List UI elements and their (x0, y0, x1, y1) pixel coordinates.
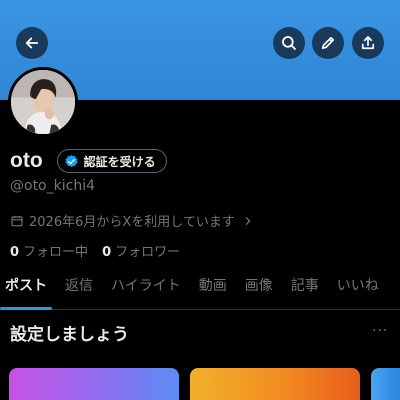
name-row: oto 認証を受ける (10, 148, 167, 174)
get-verified-button[interactable]: 認証を受ける (56, 149, 167, 173)
setup-title: 設定しましょう (10, 325, 129, 345)
follow-stats: 0 フォロー中 0 フォロワー (10, 241, 180, 260)
tab-posts[interactable]: ポスト (0, 270, 56, 310)
avatar-photo (11, 70, 75, 134)
following-label: フォロー中 (23, 245, 89, 260)
more-options-button[interactable]: ··· (372, 324, 392, 340)
display-name: oto (10, 149, 43, 172)
verified-badge-icon (65, 154, 78, 167)
calendar-icon (11, 215, 23, 226)
pencil-icon (321, 36, 335, 50)
tab-videos[interactable]: 動画 (190, 270, 236, 310)
following-link[interactable]: 0 フォロー中 (10, 241, 88, 260)
tab-likes[interactable]: いいね (328, 270, 388, 310)
user-handle: @oto_kichi4 (10, 178, 95, 194)
followers-label: フォロワー (115, 245, 181, 260)
arrow-left-icon (25, 37, 39, 49)
edit-button[interactable] (312, 27, 344, 59)
get-verified-label: 認証を受ける (83, 154, 156, 169)
setup-card[interactable] (190, 368, 360, 400)
back-button[interactable] (16, 27, 48, 59)
share-button[interactable] (352, 27, 384, 59)
followers-link[interactable]: 0 フォロワー (102, 241, 180, 260)
joined-text: 2026年6月からXを利用しています (29, 215, 235, 230)
tab-highlights[interactable]: ハイライト (102, 270, 190, 310)
tab-media[interactable]: 画像 (236, 270, 282, 310)
search-button[interactable] (273, 27, 305, 59)
share-icon (361, 36, 375, 50)
tab-articles[interactable]: 記事 (282, 270, 328, 310)
chevron-right-icon (245, 216, 251, 225)
joined-date[interactable]: 2026年6月からXを利用しています (10, 211, 253, 230)
profile-tabs: ポスト 返信 ハイライト 動画 画像 記事 いいね (0, 270, 400, 310)
followers-count: 0 (102, 245, 112, 260)
setup-card[interactable] (371, 368, 400, 400)
setup-card[interactable] (9, 368, 179, 400)
search-icon (282, 36, 296, 50)
following-count: 0 (10, 245, 20, 260)
tab-replies[interactable]: 返信 (56, 270, 102, 310)
avatar[interactable] (8, 67, 78, 137)
